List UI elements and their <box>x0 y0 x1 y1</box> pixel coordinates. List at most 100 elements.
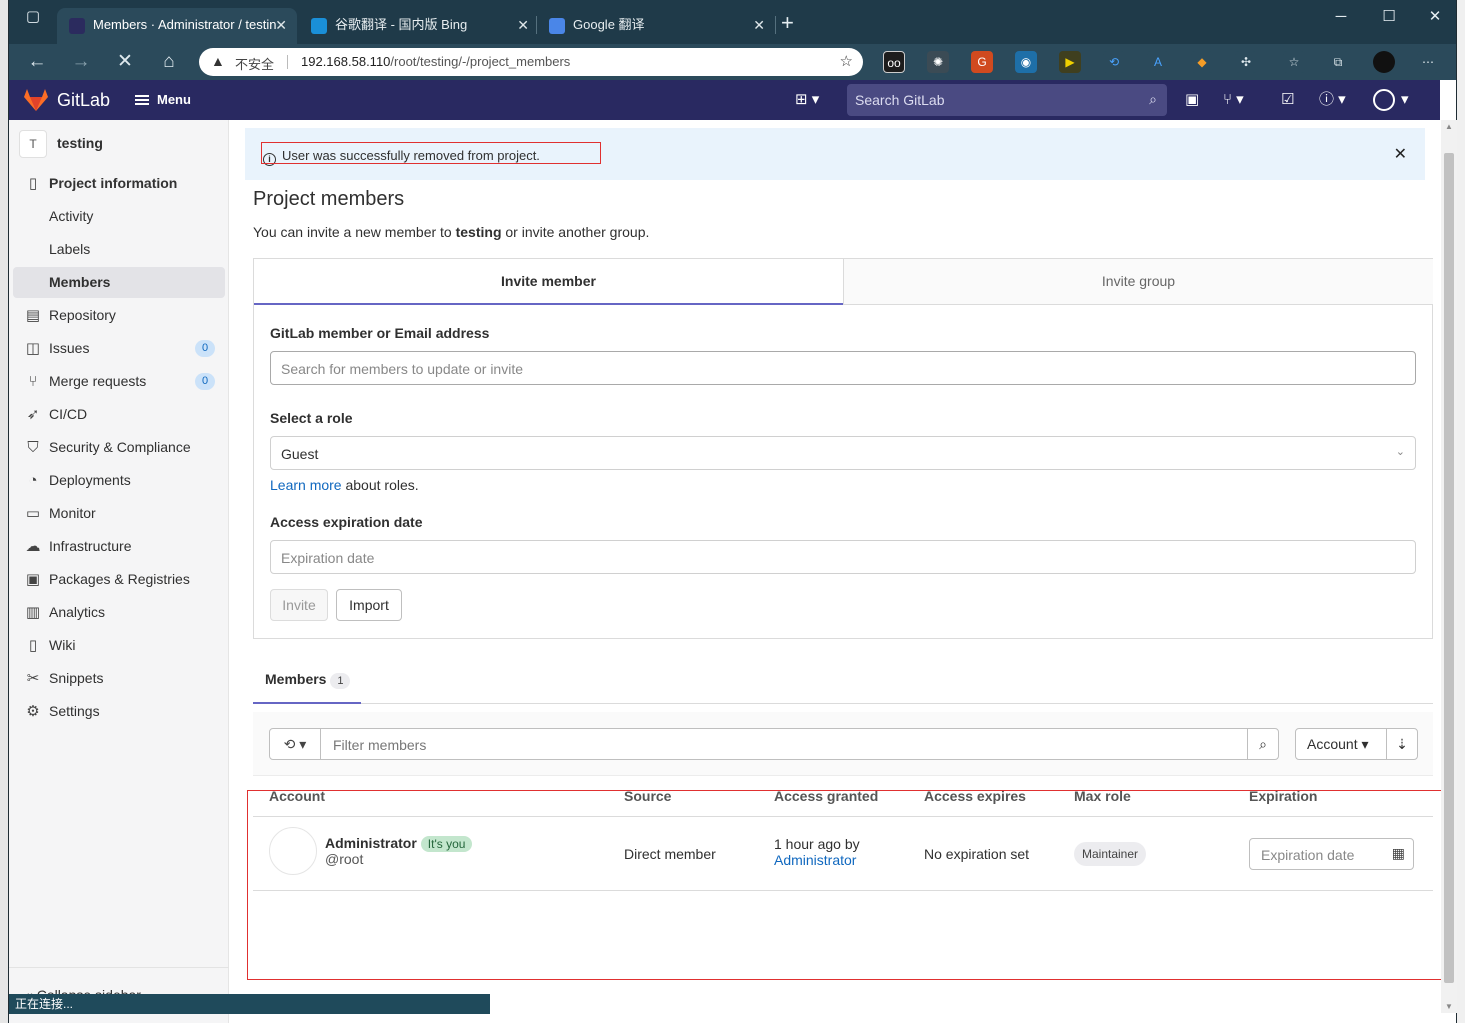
address-bar[interactable]: ▲ 不安全 192.168.58.110/root/testing/-/proj… <box>199 48 863 76</box>
tab-members[interactable]: Members · Administrator / testin ✕ <box>57 8 297 44</box>
sidebar-item-repository[interactable]: ▤ Repository <box>13 300 225 331</box>
scroll-up-icon[interactable]: ▲ <box>1445 122 1453 131</box>
shield-icon: ⛉ <box>27 439 39 456</box>
member-source: Direct member <box>624 846 716 862</box>
menu-label: Menu <box>157 92 191 107</box>
search-icon[interactable]: ⌕ <box>1247 728 1279 760</box>
deploy-icon: ◔ <box>28 472 38 489</box>
extension-icon[interactable]: ⟲ <box>1103 51 1125 73</box>
issues-header-icon[interactable]: ▣ <box>1185 89 1199 111</box>
sidebar-item-ci-cd[interactable]: ➶ CI/CD <box>13 399 225 430</box>
sidebar-item-label: Settings <box>49 703 100 719</box>
close-tab-icon[interactable]: ✕ <box>517 8 529 42</box>
collections-icon[interactable]: ⧉ <box>1327 51 1349 73</box>
tab-google-translate[interactable]: Google 翻译 ✕ <box>537 8 775 44</box>
granted-by-link[interactable]: Administrator <box>774 852 860 868</box>
sidebar-item-snippets[interactable]: ✂ Snippets <box>13 663 225 694</box>
sidebar-item-security-compliance[interactable]: ⛉ Security & Compliance <box>13 432 225 463</box>
learn-more-link[interactable]: Learn more <box>270 477 342 493</box>
extension-icon[interactable]: oo <box>883 51 905 73</box>
scrollbar-thumb[interactable] <box>1444 153 1454 983</box>
dismiss-flash-icon[interactable]: ✕ <box>1394 144 1407 164</box>
translate-extension-icon[interactable]: G <box>971 51 993 73</box>
column-header-access-granted: Access granted <box>774 788 879 804</box>
expiration-field-label: Access expiration date <box>270 514 423 530</box>
sidebar-item-issues[interactable]: ◫ Issues 0 <box>13 333 225 364</box>
tab-invite-group[interactable]: Invite group <box>843 259 1433 305</box>
more-options-icon[interactable]: ⋯ <box>1417 51 1439 73</box>
app-name[interactable]: GitLab <box>57 90 110 111</box>
its-you-badge: It's you <box>420 836 473 852</box>
tab-actions-icon[interactable]: ▢ <box>23 8 43 26</box>
extension-icon[interactable]: ✺ <box>927 51 949 73</box>
sidebar-item-activity[interactable]: Activity <box>13 201 225 232</box>
user-avatar[interactable] <box>1373 89 1395 111</box>
column-header-source: Source <box>624 788 672 804</box>
invite-button[interactable]: Invite <box>270 589 328 621</box>
page-scrollbar[interactable]: ▲ ▼ <box>1441 120 1457 1013</box>
scroll-down-icon[interactable]: ▼ <box>1445 1002 1453 1011</box>
help-icon[interactable]: ⓘ ▾ <box>1319 89 1346 111</box>
column-header-expiration: Expiration <box>1249 788 1318 804</box>
add-favorite-icon[interactable]: ☆ <box>840 52 853 70</box>
sidebar-item-project-information[interactable]: ▯ Project information <box>13 168 225 199</box>
sidebar-item-merge-requests[interactable]: ⑂ Merge requests 0 <box>13 366 225 397</box>
filter-members-input[interactable]: Filter members <box>320 728 1248 760</box>
member-expiration-input[interactable]: Expiration date ▦ <box>1249 838 1414 870</box>
filter-placeholder: Filter members <box>333 737 427 753</box>
stop-loading-icon[interactable]: ✕ <box>113 50 137 74</box>
sidebar-item-labels[interactable]: Labels <box>13 234 225 265</box>
import-button[interactable]: Import <box>336 589 402 621</box>
chevron-down-icon[interactable]: ▾ <box>1401 89 1409 111</box>
sidebar-item-monitor[interactable]: ▭ Monitor <box>13 498 225 529</box>
tab-bing[interactable]: 谷歌翻译 - 国内版 Bing ✕ <box>299 8 539 44</box>
new-tab-icon[interactable]: + <box>781 12 794 34</box>
profile-avatar[interactable] <box>1373 51 1395 73</box>
recent-searches-button[interactable]: ⟲ ▾ <box>269 728 321 760</box>
sidebar-item-wiki[interactable]: ▯ Wiki <box>13 630 225 661</box>
sort-dropdown[interactable]: Account ▾ <box>1295 728 1387 760</box>
sidebar-item-deployments[interactable]: ◔ Deployments <box>13 465 225 496</box>
extension-icon[interactable]: ◆ <box>1191 51 1213 73</box>
extension-icon[interactable]: ▶ <box>1059 51 1081 73</box>
extension-icon[interactable]: ◉ <box>1015 51 1037 73</box>
back-icon[interactable]: ← <box>25 50 49 74</box>
minimize-icon[interactable]: ─ <box>1331 8 1351 26</box>
sidebar-item-analytics[interactable]: ▥ Analytics <box>13 597 225 628</box>
role-select[interactable]: Guest ⌄ <box>270 436 1416 470</box>
expiration-date-input[interactable]: Expiration date <box>270 540 1416 574</box>
members-count-badge: 1 <box>330 673 351 689</box>
menu-button[interactable]: Menu <box>135 92 191 107</box>
sidebar-item-settings[interactable]: ⚙ Settings <box>13 696 225 727</box>
search-input[interactable]: Search GitLab ⌕ <box>847 84 1167 116</box>
calendar-icon[interactable]: ▦ <box>1392 845 1405 862</box>
extension-icon[interactable]: A <box>1147 51 1169 73</box>
gitlab-logo-icon[interactable] <box>23 88 49 112</box>
sidebar-item-members[interactable]: Members <box>13 267 225 298</box>
issues-count-badge: 0 <box>195 340 215 357</box>
favorites-icon[interactable]: ☆ <box>1283 51 1305 73</box>
todos-icon[interactable]: ☑ <box>1281 89 1294 111</box>
sidebar-item-infrastructure[interactable]: ☁ Infrastructure <box>13 531 225 562</box>
member-name[interactable]: Administrator It's you <box>325 835 473 852</box>
package-icon: ▣ <box>25 571 41 588</box>
sort-direction-icon[interactable]: ⇣ <box>1386 728 1418 760</box>
merge-icon: ⑂ <box>28 373 38 390</box>
extensions-puzzle-icon[interactable]: ✣ <box>1235 51 1257 73</box>
avatar[interactable] <box>269 827 317 875</box>
forward-icon[interactable]: → <box>69 50 93 74</box>
home-icon[interactable]: ⌂ <box>157 50 181 74</box>
close-window-icon[interactable]: ✕ <box>1425 8 1445 26</box>
tab-invite-member[interactable]: Invite member <box>254 259 843 305</box>
close-tab-icon[interactable]: ✕ <box>275 8 287 42</box>
tab-members[interactable]: Members 1 <box>253 660 361 704</box>
book-icon: ▯ <box>28 637 38 654</box>
maximize-icon[interactable]: ☐ <box>1379 8 1399 26</box>
close-tab-icon[interactable]: ✕ <box>753 8 765 42</box>
project-header[interactable]: T testing <box>17 128 225 160</box>
merge-requests-header-icon[interactable]: ⑂ ▾ <box>1223 89 1244 111</box>
member-search-input[interactable]: Search for members to update or invite <box>270 351 1416 385</box>
create-new-icon[interactable]: ⊞ ▾ <box>795 89 819 111</box>
browser-status-bar: 正在连接... <box>9 994 490 1014</box>
sidebar-item-packages-registries[interactable]: ▣ Packages & Registries <box>13 564 225 595</box>
